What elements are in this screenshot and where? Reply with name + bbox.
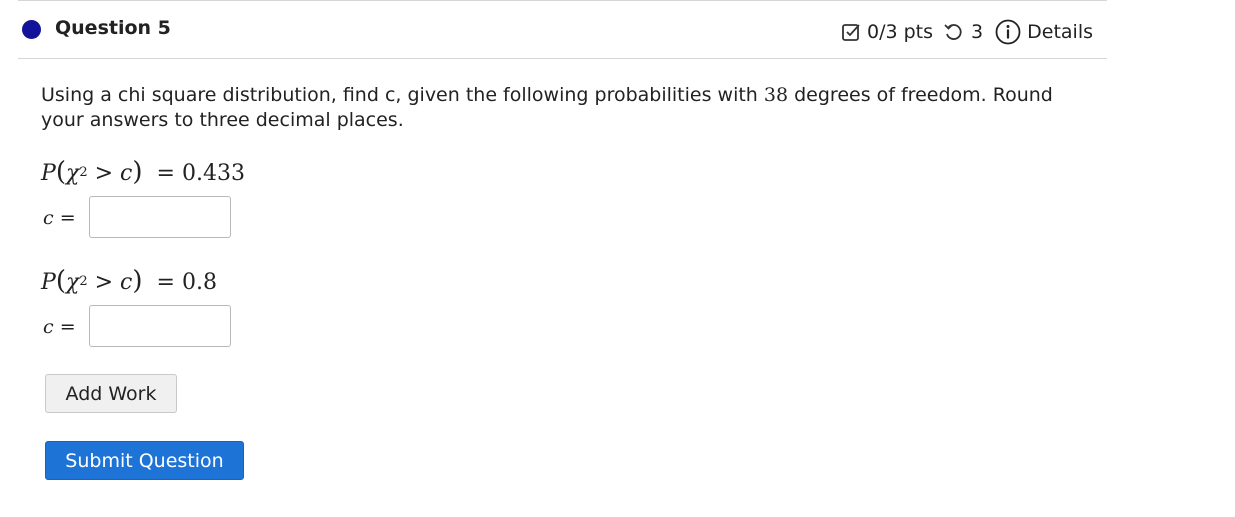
question-header: Question 5 0/3 pts 3 Details [18,1,1107,59]
probability-statement-2: P(χ2 > c) = 0.8 [41,266,217,296]
answer-var: c [43,207,54,229]
chi-symbol: χ [65,161,80,186]
degrees-of-freedom: 38 [763,84,789,106]
greater-than: > [94,270,114,295]
exponent: 2 [79,165,88,180]
question-meta: 0/3 pts 3 Details [841,19,1093,45]
answer-input-2[interactable] [89,305,231,347]
prob-c: c [120,270,133,295]
info-icon[interactable] [995,19,1021,45]
equals-sign: = [156,161,175,186]
add-work-button[interactable]: Add Work [45,374,177,413]
probability-value-1: 0.433 [181,161,245,186]
question-text-before: Using a chi square distribution, find c,… [41,84,764,106]
retry-icon [943,22,963,42]
answer-label-2: c = [43,316,76,338]
answer-equals: = [59,316,76,338]
answer-label-1: c = [43,207,76,229]
equals-sign: = [156,270,175,295]
question-title: Question 5 [55,17,171,39]
checkbox-icon [841,22,861,42]
answer-equals: = [59,207,76,229]
attempts-count: 3 [971,21,984,43]
question-status-dot [22,20,41,39]
chi-symbol: χ [65,270,80,295]
answer-input-1[interactable] [89,196,231,238]
score-text: 0/3 pts [867,21,934,43]
details-link[interactable]: Details [1027,21,1093,43]
question-text: Using a chi square distribution, find c,… [41,83,1101,133]
greater-than: > [94,161,114,186]
exponent: 2 [79,274,88,289]
submit-question-button[interactable]: Submit Question [45,441,244,480]
prob-p: P [41,270,56,295]
probability-value-2: 0.8 [181,270,217,295]
answer-var: c [43,316,54,338]
prob-p: P [41,161,56,186]
probability-statement-1: P(χ2 > c) = 0.433 [41,157,245,187]
prob-c: c [120,161,133,186]
